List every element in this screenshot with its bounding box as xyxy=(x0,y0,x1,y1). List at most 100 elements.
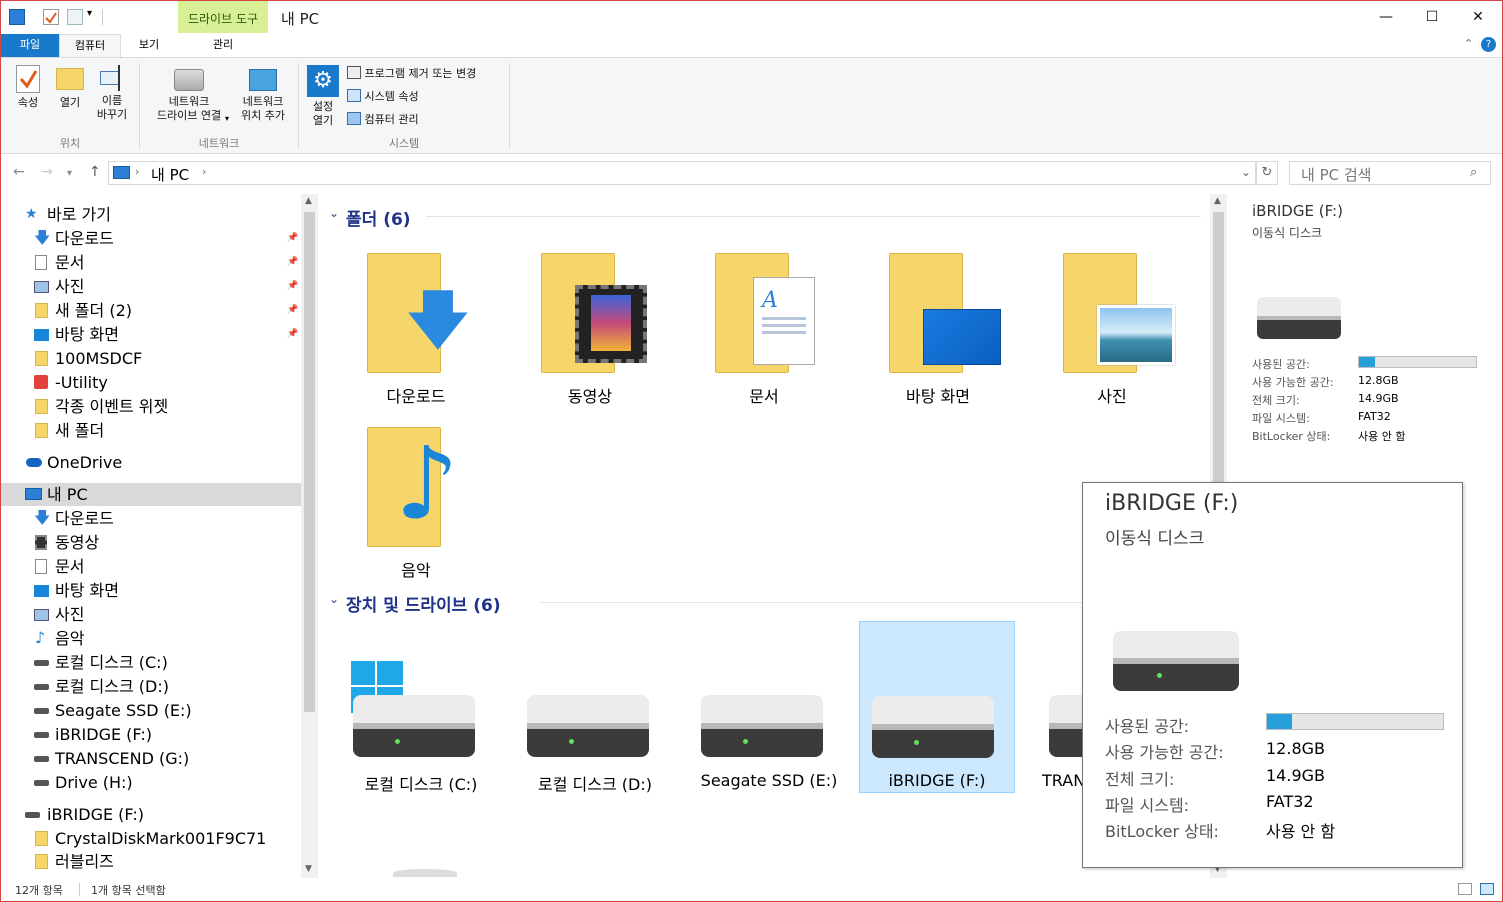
help-icon[interactable]: ? xyxy=(1481,37,1496,52)
nav-pc-drive-d[interactable]: 로컬 디스크 (D:) xyxy=(1,675,301,698)
scroll-down-icon[interactable]: ▼ xyxy=(305,864,312,874)
pin-icon[interactable]: 📌 xyxy=(287,281,298,291)
nav-pc-desktop[interactable]: 바탕 화면 xyxy=(1,579,301,602)
path-separator[interactable]: › xyxy=(202,165,206,178)
tab-computer[interactable]: 컴퓨터 xyxy=(59,34,121,57)
nav-pc-downloads[interactable]: 🡇 다운로드 xyxy=(1,507,301,530)
folders-collapse-icon[interactable]: ⌄ xyxy=(329,206,339,220)
scroll-up-icon[interactable]: ▲ xyxy=(305,196,312,206)
drive-label: iBRIDGE (F:) xyxy=(888,771,986,790)
nav-scroll-thumb[interactable] xyxy=(304,212,315,712)
nav-qa-downloads[interactable]: 🡇 다운로드 📌 xyxy=(1,227,301,250)
address-bar[interactable]: › 내 PC › ⌄ xyxy=(108,161,1256,185)
folder-tile-desktop[interactable]: 바탕 화면 xyxy=(865,247,1011,413)
nav-qa-event-widgets[interactable]: 각종 이벤트 위젯 xyxy=(1,395,301,418)
nav-qa-new-folder-2[interactable]: 새 폴더 (2) 📌 xyxy=(1,299,301,322)
drive-tile-d[interactable]: 로컬 디스크 (D:) xyxy=(517,621,673,794)
search-box[interactable]: 내 PC 검색 ⌕ xyxy=(1289,161,1491,185)
folder-tile-videos[interactable]: 동영상 xyxy=(517,247,663,413)
nav-qa-100msdcf[interactable]: 100MSDCF xyxy=(1,347,301,370)
nav-scrollbar[interactable]: ▲ ▼ xyxy=(301,194,318,878)
open-button[interactable]: 열기 xyxy=(51,65,89,110)
nav-qa-new-folder[interactable]: 새 폴더 xyxy=(1,419,301,442)
nav-qa-documents[interactable]: 문서 📌 xyxy=(1,251,301,274)
drive-tile-g-partial[interactable]: TRAN xyxy=(1039,621,1085,793)
back-arrow-icon[interactable]: ← xyxy=(13,164,25,180)
uninstall-program-button[interactable]: 프로그램 제거 또는 변경 xyxy=(347,65,476,81)
open-settings-button[interactable]: ⚙ 설정 열기 xyxy=(305,65,341,128)
nav-label: 각종 이벤트 위젯 xyxy=(55,397,169,416)
path-separator[interactable]: › xyxy=(135,165,139,178)
nav-qa-pictures[interactable]: 사진 📌 xyxy=(1,275,301,298)
map-network-drive-button[interactable]: 네트워크 드라이브 연결 xyxy=(145,69,233,123)
nav-pc-drive-h[interactable]: Drive (H:) xyxy=(1,771,301,794)
nav-onedrive[interactable]: OneDrive xyxy=(1,451,301,474)
tab-manage[interactable]: 관리 xyxy=(178,34,268,57)
nav-this-pc[interactable]: 내 PC xyxy=(1,483,301,506)
system-properties-icon xyxy=(347,89,361,102)
details-view-icon[interactable] xyxy=(1458,883,1472,895)
folder-tile-downloads[interactable]: 🡇 다운로드 xyxy=(343,247,489,413)
close-button[interactable]: ✕ xyxy=(1455,1,1501,33)
scroll-up-icon[interactable]: ▲ xyxy=(1214,196,1221,206)
nav-ibridge[interactable]: iBRIDGE (F:) xyxy=(1,803,301,826)
drive-icon xyxy=(34,708,49,714)
drives-section-header[interactable]: 장치 및 드라이브 (6) xyxy=(346,591,501,616)
drive-tile-f-selected[interactable]: iBRIDGE (F:) xyxy=(859,621,1015,793)
window-title: 내 PC xyxy=(281,10,320,28)
nav-ib-crystaldiskmark[interactable]: CrystalDiskMark001F9C71 xyxy=(1,827,301,850)
drive-tile-c[interactable]: 로컬 디스크 (C:) xyxy=(343,621,499,794)
up-arrow-icon[interactable]: ↑ xyxy=(89,164,101,180)
nav-pc-videos[interactable]: 동영상 xyxy=(1,531,301,554)
nav-pc-drive-f[interactable]: iBRIDGE (F:) xyxy=(1,723,301,746)
new-folder-qat-icon[interactable] xyxy=(67,9,83,25)
computer-management-button[interactable]: 컴퓨터 관리 xyxy=(347,111,419,127)
computer-icon[interactable] xyxy=(9,9,25,25)
large-icons-view-icon[interactable] xyxy=(1480,883,1494,895)
pin-icon[interactable]: 📌 xyxy=(287,329,298,339)
nav-label: Seagate SSD (E:) xyxy=(55,701,192,720)
nav-pc-documents[interactable]: 문서 xyxy=(1,555,301,578)
forward-arrow-icon[interactable]: → xyxy=(41,164,53,180)
folder-tile-pictures[interactable]: 사진 xyxy=(1039,247,1185,413)
tab-view[interactable]: 보기 xyxy=(121,34,177,57)
nav-pc-pictures[interactable]: 사진 xyxy=(1,603,301,626)
nav-pc-drive-g[interactable]: TRANSCEND (G:) xyxy=(1,747,301,770)
folders-section-header[interactable]: 폴더 (6) xyxy=(346,205,411,230)
rename-button[interactable]: 이름 바꾸기 xyxy=(92,65,132,122)
nav-qa-utility[interactable]: -Utility xyxy=(1,371,301,394)
map-drive-dropdown-icon[interactable]: ▾ xyxy=(225,114,229,123)
nav-label: CrystalDiskMark001F9C71 xyxy=(55,829,267,848)
add-network-location-button[interactable]: 네트워크 위치 추가 xyxy=(235,69,291,123)
maximize-button[interactable]: ☐ xyxy=(1409,1,1455,33)
tab-file[interactable]: 파일 xyxy=(1,34,59,57)
drives-collapse-icon[interactable]: ⌄ xyxy=(329,592,339,606)
nav-pc-drive-e[interactable]: Seagate SSD (E:) xyxy=(1,699,301,722)
collapse-ribbon-icon[interactable]: ⌃ xyxy=(1464,37,1473,50)
path-this-pc[interactable]: 내 PC xyxy=(151,164,189,185)
search-input[interactable]: 내 PC 검색 xyxy=(1301,164,1371,185)
qat-dropdown-icon[interactable]: ▾ xyxy=(87,8,92,19)
folder-tile-documents[interactable]: A 문서 xyxy=(691,247,837,413)
document-icon xyxy=(35,255,47,270)
recent-locations-icon[interactable]: ▾ xyxy=(67,168,72,179)
settings-label-2: 열기 xyxy=(312,114,334,127)
drive-tile-e[interactable]: Seagate SSD (E:) xyxy=(691,621,847,793)
folder-tile-music[interactable]: ♪ 음악 xyxy=(343,421,489,587)
pin-icon[interactable]: 📌 xyxy=(287,305,298,315)
pin-icon[interactable]: 📌 xyxy=(287,257,298,267)
nav-qa-desktop[interactable]: 바탕 화면 📌 xyxy=(1,323,301,346)
nav-ib-lovelyz[interactable]: 러블리즈 xyxy=(1,850,301,873)
nav-quick-access[interactable]: ★ 바로 가기 xyxy=(1,203,301,226)
minimize-button[interactable]: — xyxy=(1363,1,1409,33)
properties-button[interactable]: 속성 xyxy=(9,65,47,110)
content-scroll-thumb[interactable] xyxy=(1213,212,1224,502)
system-properties-button[interactable]: 시스템 속성 xyxy=(347,88,419,104)
address-dropdown-icon[interactable]: ⌄ xyxy=(1241,165,1251,179)
refresh-icon[interactable]: ↻ xyxy=(1256,161,1278,185)
properties-qat-icon[interactable] xyxy=(43,9,59,25)
pin-icon[interactable]: 📌 xyxy=(287,233,298,243)
nav-pc-drive-c[interactable]: 로컬 디스크 (C:) xyxy=(1,651,301,674)
hard-drive-icon-partial xyxy=(393,869,457,877)
nav-pc-music[interactable]: ♪ 음악 xyxy=(1,627,301,650)
